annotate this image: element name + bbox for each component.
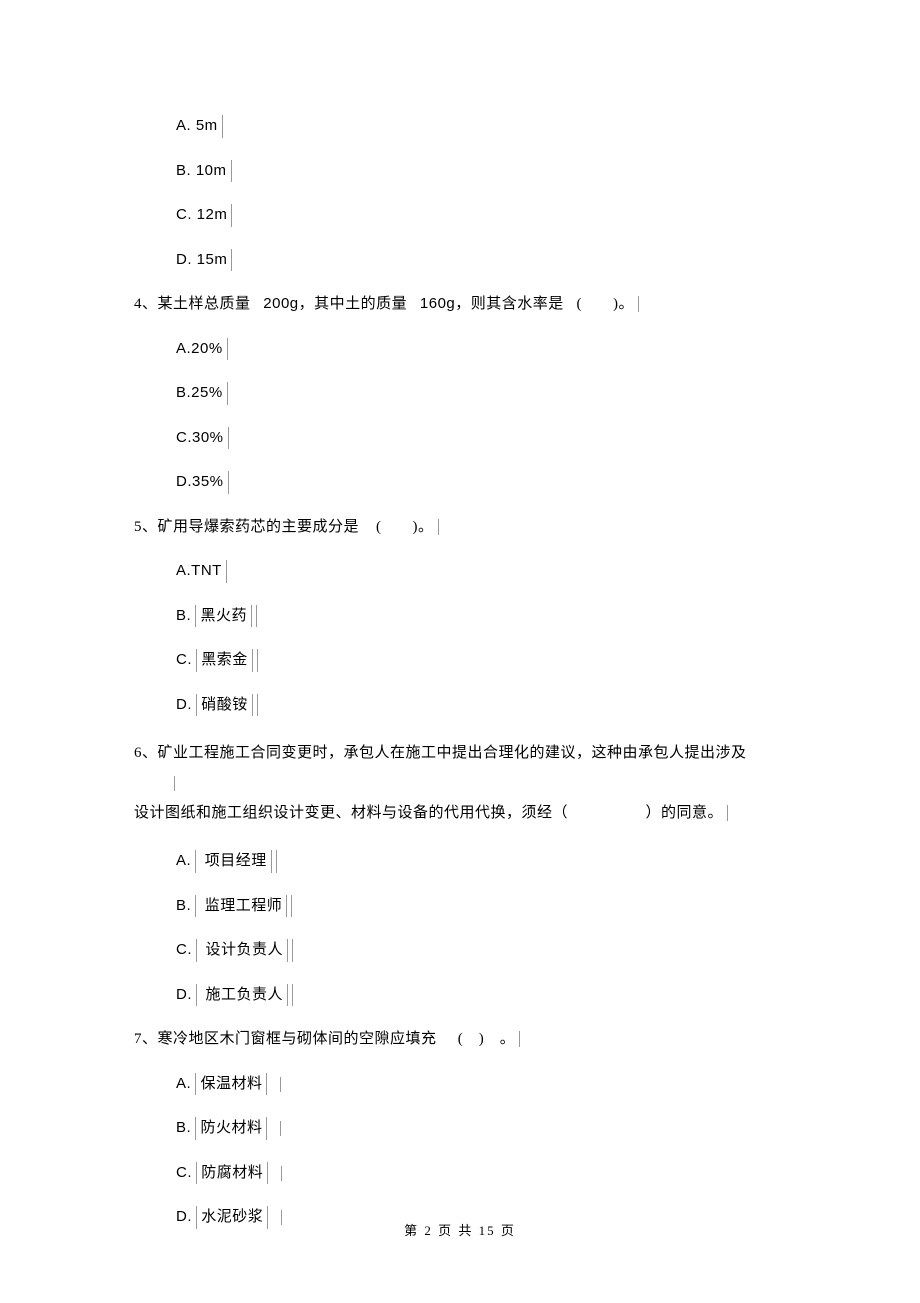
q5-option-a: A.TNT xyxy=(134,560,786,583)
q6-option-d-text: 施工负责人 xyxy=(206,984,289,1007)
q6-option-a-label: A. xyxy=(176,850,196,873)
q6-stem: 6、矿业工程施工合同变更时，承包人在施工中提出合理化的建议，这种由承包人提出涉及… xyxy=(134,738,786,828)
q3-option-d: D. 15m xyxy=(134,249,786,272)
q4-option-c: C.30% xyxy=(134,427,786,450)
q5-option-c-label: C. xyxy=(176,649,197,672)
q5-option-d: D. 硝酸铵 xyxy=(134,694,786,717)
q5-option-c: C. 黑索金 xyxy=(134,649,786,672)
q7-option-b: B. 防火材料 xyxy=(134,1117,786,1140)
q6-option-b: B. 监理工程师 xyxy=(134,895,786,918)
q4-option-a-text: A.20% xyxy=(176,338,228,361)
q4-stem-prefix: 4、某土样总质量 xyxy=(134,296,251,312)
q7-option-a-label: A. xyxy=(176,1073,196,1096)
q5-stem: 5、矿用导爆索药芯的主要成分是 ( )。 xyxy=(134,516,786,539)
q3-option-a-text: A. 5m xyxy=(176,115,223,138)
q4-option-d-text: D.35% xyxy=(176,471,229,494)
q4-stem-mid2: 160g，则其含水率是 xyxy=(420,295,564,312)
q6-option-b-label: B. xyxy=(176,895,196,918)
q6-option-c-label: C. xyxy=(176,939,197,962)
q7-option-a-text: 保温材料 xyxy=(200,1073,267,1096)
q6-option-d: D. 施工负责人 xyxy=(134,984,786,1007)
q6-option-c-text: 设计负责人 xyxy=(206,939,289,962)
q7-option-a: A. 保温材料 xyxy=(134,1073,786,1096)
q5-option-a-text: A.TNT xyxy=(176,560,227,583)
q4-option-a: A.20% xyxy=(134,338,786,361)
q6-option-a: A. 项目经理 xyxy=(134,850,786,873)
q5-stem-prefix: 5、矿用导爆索药芯的主要成分是 xyxy=(134,519,359,535)
q3-option-b-text: B. 10m xyxy=(176,160,232,183)
q7-stem-prefix: 7、寒冷地区木门窗框与砌体间的空隙应填充 xyxy=(134,1031,437,1047)
q3-option-a: A. 5m xyxy=(134,115,786,138)
q5-stem-suffix: ( )。 xyxy=(376,519,439,535)
q7-a-marker xyxy=(276,1077,281,1092)
q5-option-b: B. 黑火药 xyxy=(134,605,786,628)
q7-c-marker xyxy=(277,1166,282,1181)
q5-option-b-text: 黑火药 xyxy=(200,605,252,628)
q7-stem: 7、寒冷地区木门窗框与砌体间的空隙应填充 ( ) 。 xyxy=(134,1028,786,1051)
q3-option-d-text: D. 15m xyxy=(176,249,232,272)
q4-stem-suffix: ( )。 xyxy=(577,296,640,312)
q3-option-c: C. 12m xyxy=(134,204,786,227)
q6-option-c: C. 设计负责人 xyxy=(134,939,786,962)
q6-stem-line2: 设计图纸和施工组织设计变更、材料与设备的代用代换，须经（ ）的同意。 xyxy=(134,805,728,821)
page-footer: 第 2 页 共 15 页 xyxy=(0,1221,920,1241)
q4-option-b-text: B.25% xyxy=(176,382,228,405)
q6-line1-marker xyxy=(174,776,175,791)
q6-stem-line1: 6、矿业工程施工合同变更时，承包人在施工中提出合理化的建议，这种由承包人提出涉及 xyxy=(134,745,747,761)
q7-option-b-label: B. xyxy=(176,1117,196,1140)
q5-option-b-label: B. xyxy=(176,605,196,628)
q4-stem-mid1: 200g，其中土的质量 xyxy=(263,295,407,312)
q4-stem: 4、某土样总质量 200g，其中土的质量 160g，则其含水率是 ( )。 xyxy=(134,293,786,316)
q3-option-c-text: C. 12m xyxy=(176,204,232,227)
q6-option-d-label: D. xyxy=(176,984,197,1007)
q7-b-marker xyxy=(276,1121,281,1136)
q4-option-d: D.35% xyxy=(134,471,786,494)
q5-option-d-label: D. xyxy=(176,694,197,717)
q7-option-b-text: 防火材料 xyxy=(200,1117,267,1140)
q7-option-c-text: 防腐材料 xyxy=(201,1162,268,1185)
q7-option-c: C. 防腐材料 xyxy=(134,1162,786,1185)
q3-option-b: B. 10m xyxy=(134,160,786,183)
q4-option-b: B.25% xyxy=(134,382,786,405)
q7-stem-suffix: ( ) 。 xyxy=(458,1031,521,1047)
q6-option-b-text: 监理工程师 xyxy=(205,895,288,918)
q5-option-c-text: 黑索金 xyxy=(201,649,253,672)
q5-option-d-text: 硝酸铵 xyxy=(201,694,253,717)
q7-option-c-label: C. xyxy=(176,1162,197,1185)
q6-option-a-text: 项目经理 xyxy=(205,850,272,873)
q4-option-c-text: C.30% xyxy=(176,427,229,450)
